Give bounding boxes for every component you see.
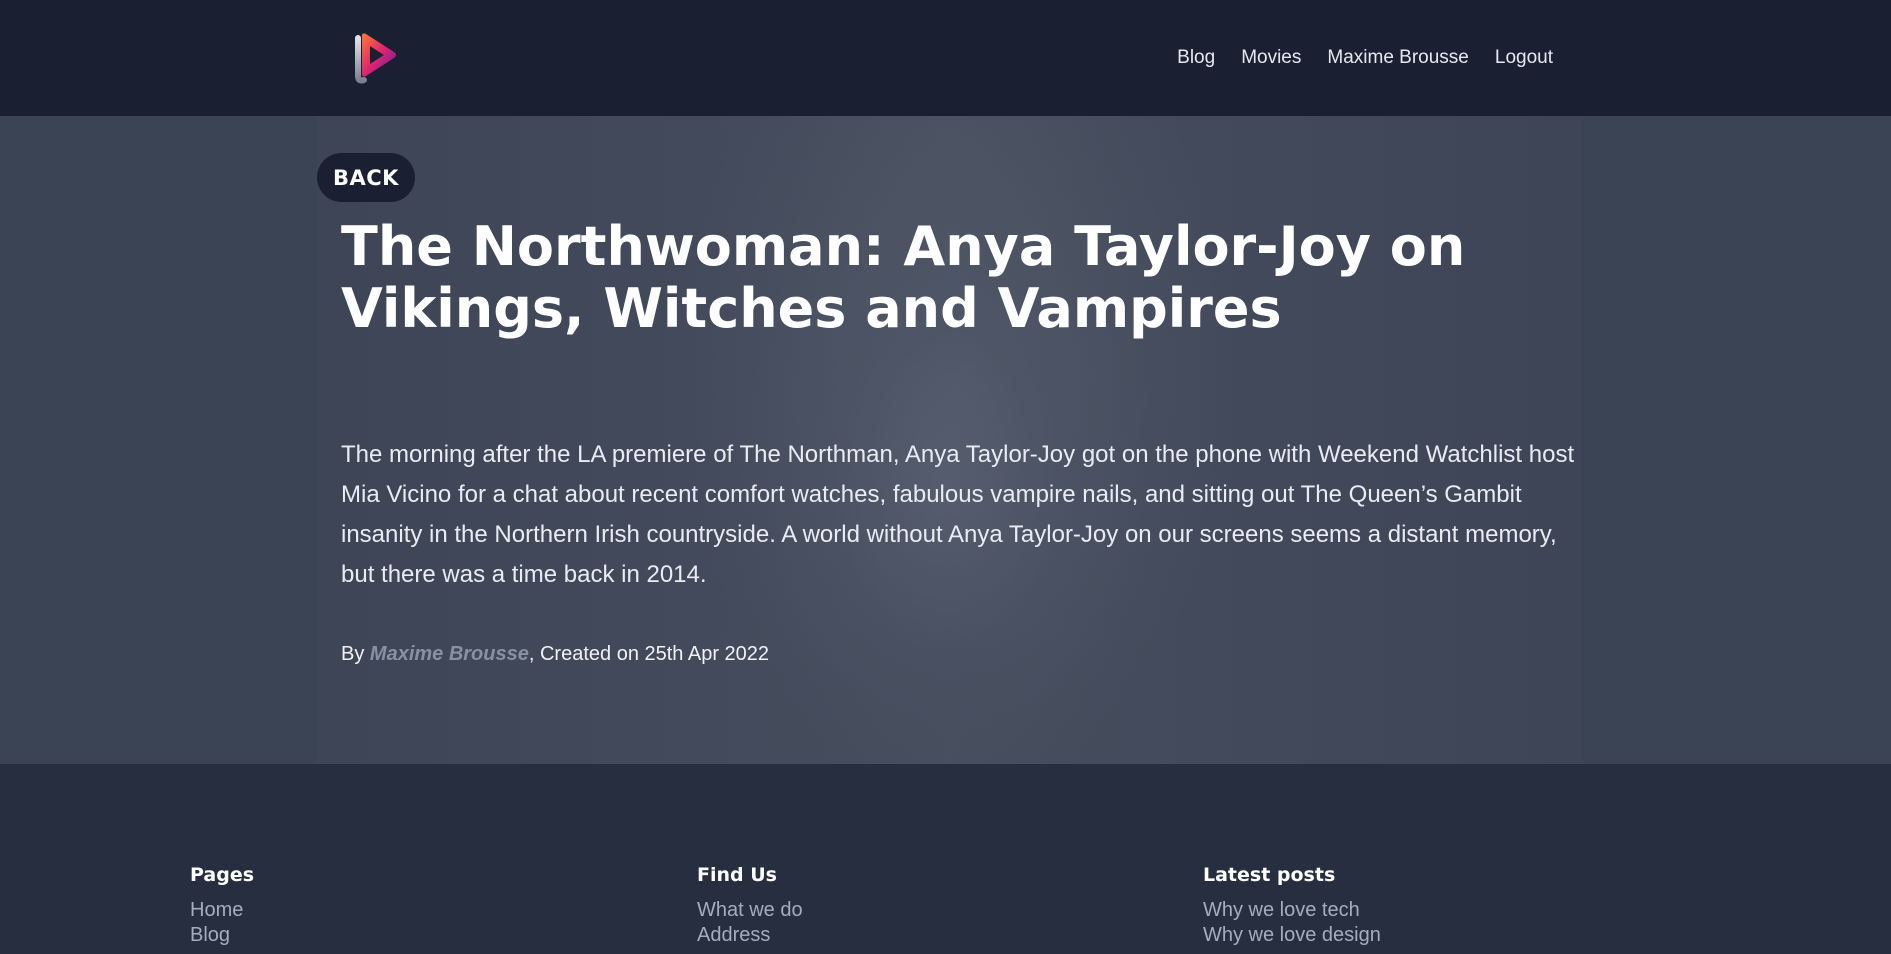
- article-excerpt: The morning after the LA premiere of The…: [341, 441, 1575, 588]
- nav-user-profile[interactable]: Maxime Brousse: [1327, 47, 1469, 69]
- created-date: , Created on 25th Apr 2022: [528, 643, 770, 665]
- footer-link-address[interactable]: Address: [697, 923, 803, 948]
- footer-link-what-we-do[interactable]: What we do: [697, 898, 803, 923]
- nav-logout[interactable]: Logout: [1495, 47, 1553, 69]
- back-button[interactable]: BACK: [317, 153, 415, 202]
- footer-pages-heading: Pages: [190, 864, 255, 886]
- play-logo-icon[interactable]: [352, 28, 404, 86]
- footer-latest-posts-column: Latest posts Why we love tech Why we lov…: [1203, 864, 1381, 948]
- nav-blog[interactable]: Blog: [1177, 47, 1215, 69]
- article-title: The Northwoman: Anya Taylor-Joy on Vikin…: [341, 215, 1466, 340]
- site-footer: Pages Home Blog Find Us What we do Addre…: [0, 764, 1891, 954]
- footer-link-home[interactable]: Home: [190, 898, 254, 923]
- footer-pages-column: Pages Home Blog: [190, 864, 254, 948]
- footer-link-why-design[interactable]: Why we love design: [1203, 923, 1381, 948]
- author-link[interactable]: Maxime Brousse: [370, 643, 529, 665]
- byline-prefix: By: [341, 643, 370, 665]
- footer-link-why-tech[interactable]: Why we love tech: [1203, 898, 1381, 923]
- footer-link-blog[interactable]: Blog: [190, 923, 254, 948]
- article-byline: By Maxime Brousse, Created on 25th Apr 2…: [341, 643, 769, 666]
- footer-find-us-column: Find Us What we do Address: [697, 864, 803, 948]
- footer-find-us-heading: Find Us: [697, 864, 777, 886]
- nav-movies[interactable]: Movies: [1241, 47, 1301, 69]
- footer-latest-posts-heading: Latest posts: [1203, 864, 1336, 886]
- main-nav: Blog Movies Maxime Brousse Logout: [1177, 47, 1553, 69]
- site-header: Blog Movies Maxime Brousse Logout: [0, 0, 1891, 116]
